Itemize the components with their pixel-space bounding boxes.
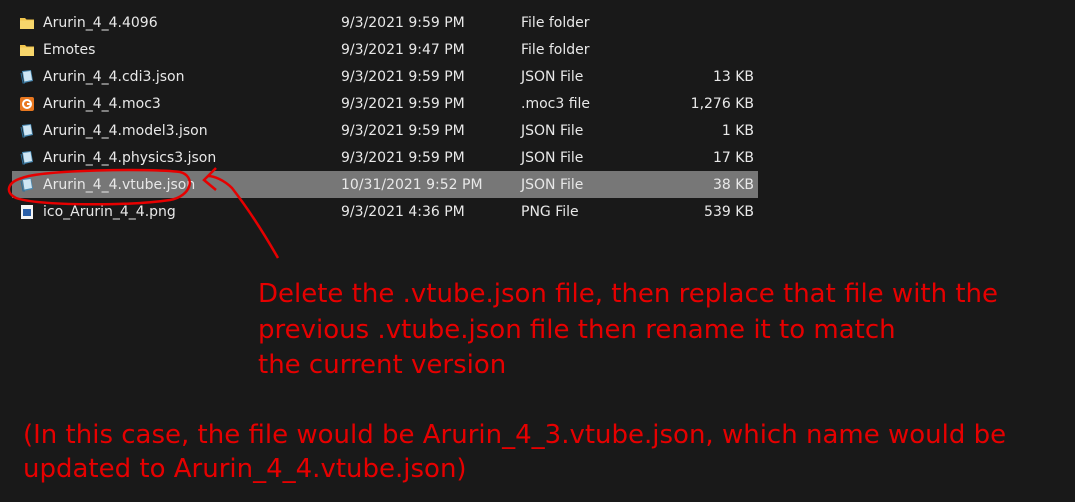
file-row[interactable]: Arurin_4_4.4096 9/3/2021 9:59 PM File fo… (0, 9, 1075, 36)
file-type: PNG File (521, 204, 579, 220)
file-row[interactable]: Arurin_4_4.vtube.json 10/31/2021 9:52 PM… (0, 171, 1075, 198)
file-type: JSON File (521, 177, 584, 193)
file-date-modified: 9/3/2021 9:59 PM (341, 123, 465, 139)
file-date-modified: 9/3/2021 9:59 PM (341, 69, 465, 85)
json-file-icon (18, 122, 36, 140)
example-line: (In this case, the file would be Arurin_… (23, 420, 1007, 450)
file-row[interactable]: Arurin_4_4.cdi3.json 9/3/2021 9:59 PM JS… (0, 63, 1075, 90)
file-date-modified: 9/3/2021 9:59 PM (341, 96, 465, 112)
file-row[interactable]: Arurin_4_4.physics3.json 9/3/2021 9:59 P… (0, 144, 1075, 171)
instruction-line: previous .vtube.json file then rename it… (258, 314, 896, 345)
file-name: Emotes (43, 42, 96, 58)
example-line: updated to Arurin_4_4.vtube.json) (23, 454, 467, 484)
file-type: .moc3 file (521, 96, 591, 112)
file-type: File folder (521, 15, 590, 31)
file-name: Arurin_4_4.vtube.json (43, 177, 196, 193)
file-date-modified: 9/3/2021 9:59 PM (341, 150, 465, 166)
file-size: 539 KB (704, 204, 754, 220)
folder-icon (18, 41, 36, 59)
json-file-icon (18, 68, 36, 86)
png-file-icon (18, 203, 36, 221)
file-name: Arurin_4_4.physics3.json (43, 150, 217, 166)
file-date-modified: 9/3/2021 4:36 PM (341, 204, 465, 220)
file-row[interactable]: Arurin_4_4.moc3 9/3/2021 9:59 PM .moc3 f… (0, 90, 1075, 117)
file-type: File folder (521, 42, 590, 58)
file-type: JSON File (521, 123, 584, 139)
file-name: Arurin_4_4.cdi3.json (43, 69, 185, 85)
file-size: 13 KB (712, 69, 754, 85)
json-file-icon (18, 149, 36, 167)
file-row[interactable]: Arurin_4_4.model3.json 9/3/2021 9:59 PM … (0, 117, 1075, 144)
file-name: Arurin_4_4.model3.json (43, 123, 208, 139)
file-size: 38 KB (712, 177, 754, 193)
file-name: Arurin_4_4.4096 (43, 15, 158, 31)
json-file-icon (18, 176, 36, 194)
file-date-modified: 10/31/2021 9:52 PM (341, 177, 483, 193)
instruction-line: the current version (258, 350, 507, 380)
file-type: JSON File (521, 69, 584, 85)
instruction-annotation: Delete the .vtube.json file, then replac… (258, 277, 998, 384)
file-row[interactable]: ico_Arurin_4_4.png 9/3/2021 4:36 PM PNG … (0, 198, 1075, 225)
file-name: Arurin_4_4.moc3 (43, 96, 161, 112)
file-row[interactable]: Emotes 9/3/2021 9:47 PM File folder (0, 36, 1075, 63)
folder-icon (18, 14, 36, 32)
file-type: JSON File (521, 150, 584, 166)
file-size: 1,276 KB (690, 96, 754, 112)
explorer-window: Arurin_4_4.4096 9/3/2021 9:59 PM File fo… (0, 0, 1075, 502)
file-date-modified: 9/3/2021 9:59 PM (341, 15, 465, 31)
file-size: 17 KB (712, 150, 754, 166)
file-date-modified: 9/3/2021 9:47 PM (341, 42, 465, 58)
example-annotation: (In this case, the file would be Arurin_… (23, 418, 1006, 486)
instruction-line: Delete the .vtube.json file, then replac… (258, 279, 999, 309)
file-list: Arurin_4_4.4096 9/3/2021 9:59 PM File fo… (0, 9, 1075, 225)
file-name: ico_Arurin_4_4.png (43, 204, 176, 220)
file-size: 1 KB (721, 123, 754, 139)
moc3-file-icon (18, 95, 36, 113)
